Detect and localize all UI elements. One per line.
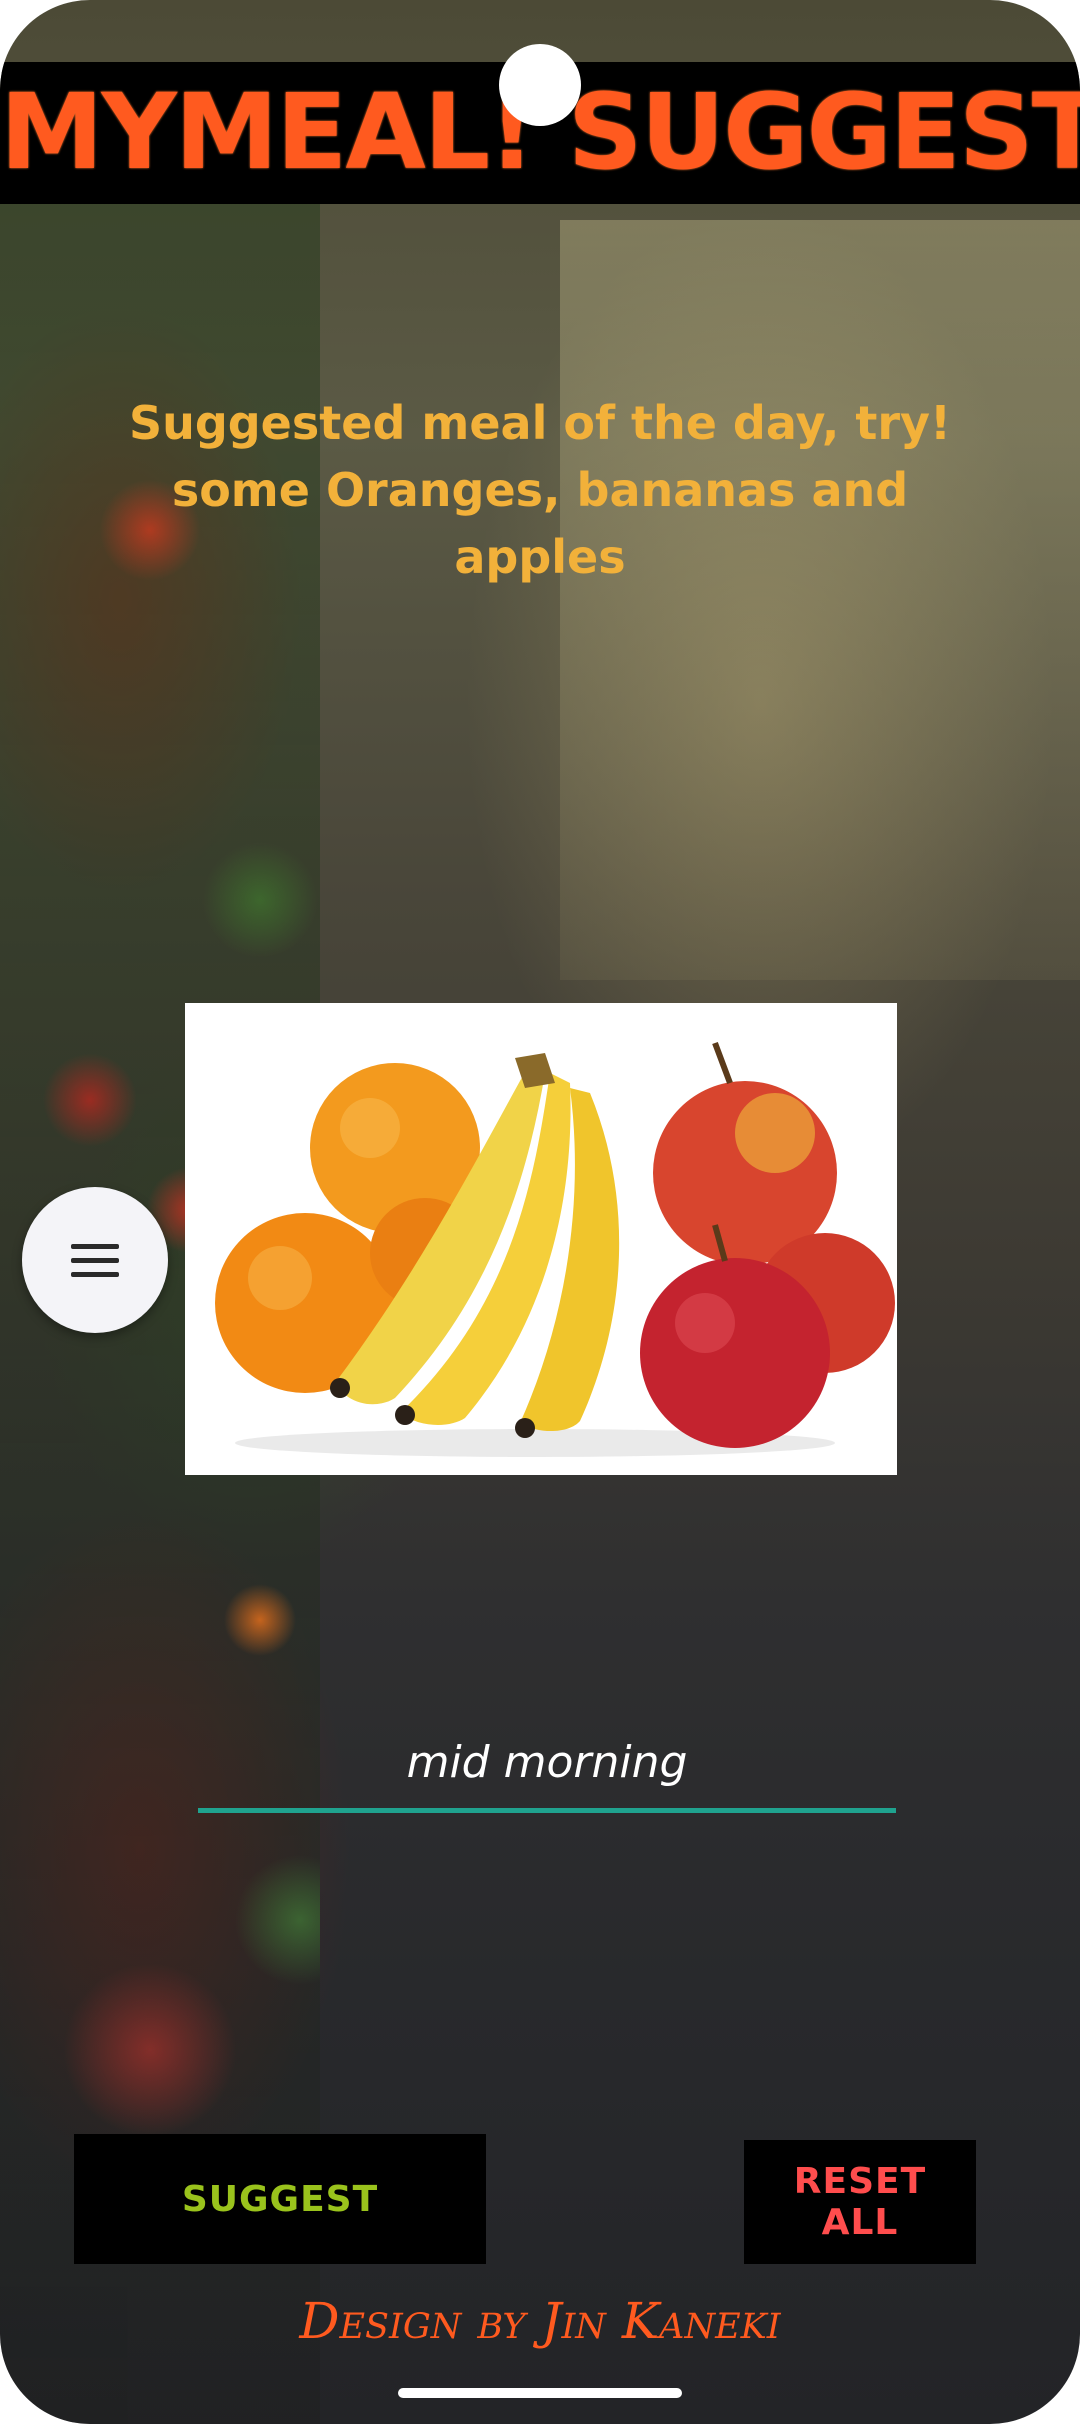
menu-button[interactable]	[22, 1187, 168, 1333]
meal-time-input[interactable]	[198, 1730, 896, 1813]
apple-3	[640, 1258, 830, 1448]
home-indicator[interactable]	[398, 2388, 682, 2398]
suggest-button[interactable]: SUGGEST	[74, 2134, 486, 2264]
app-screen: MYMEAL! SUGGESTOR Suggested meal of the …	[0, 0, 1080, 2424]
suggestion-text: Suggested meal of the day, try! some Ora…	[128, 396, 952, 584]
background-window-light	[560, 220, 1080, 980]
fruit-illustration	[185, 1003, 897, 1475]
hamburger-menu-icon	[71, 1244, 119, 1277]
design-credit: Design by Jin Kaneki	[299, 2292, 781, 2350]
meal-image	[185, 1003, 897, 1475]
reset-all-button[interactable]: RESET ALL	[744, 2140, 976, 2264]
camera-cutout	[499, 44, 581, 126]
